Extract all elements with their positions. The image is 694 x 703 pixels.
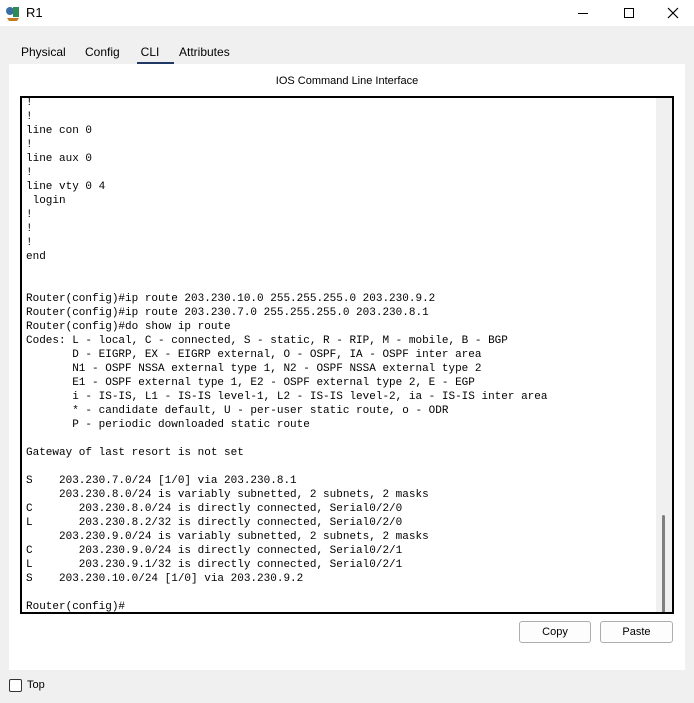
tab-physical[interactable]: Physical [15,40,72,64]
tab-config[interactable]: Config [79,40,126,64]
cli-heading: IOS Command Line Interface [275,75,419,87]
copy-button[interactable]: Copy [519,621,591,643]
tab-attributes[interactable]: Attributes [173,40,236,64]
scroll-thumb[interactable] [662,515,665,612]
minimize-button[interactable] [560,0,606,26]
router-app-icon [6,7,19,21]
maximize-button[interactable] [606,0,652,26]
top-label: Top [27,679,45,691]
top-checkbox[interactable] [9,679,22,692]
maximize-icon [624,8,634,18]
paste-button[interactable]: Paste [600,621,673,643]
minimize-icon [578,13,588,14]
close-button[interactable] [650,0,694,26]
scrollbar[interactable] [656,98,672,612]
cli-output: ! ! line con 0 ! line aux 0 ! line vty 0… [26,97,548,613]
tab-cli[interactable]: CLI [133,40,167,64]
cli-panel: IOS Command Line Interface ! ! line con … [9,64,685,670]
close-icon [667,7,679,19]
window-title: R1 [26,5,43,20]
title-bar: R1 [0,0,694,26]
cli-terminal[interactable]: ! ! line con 0 ! line aux 0 ! line vty 0… [20,96,674,614]
